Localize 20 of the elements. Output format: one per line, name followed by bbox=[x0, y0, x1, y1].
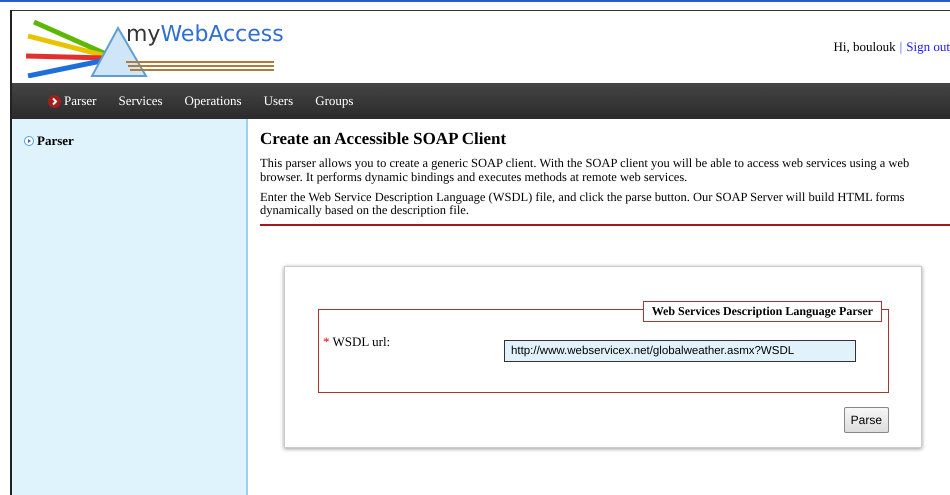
nav-item[interactable]: Operations bbox=[184, 93, 242, 109]
page-title: Create an Accessible SOAP Client bbox=[260, 129, 508, 149]
chevron-icon bbox=[48, 94, 61, 108]
field-label: WSDL url: bbox=[332, 334, 390, 349]
paragraph: Enter the Web Service Description Language (WSDL) file, and click the parse button. Our SOAP Server will build HTML forms dynamically based on the description file. bbox=[260, 190, 906, 218]
nav-item[interactable]: Parser bbox=[48, 93, 96, 109]
sidebar-item[interactable]: Parser bbox=[24, 133, 234, 149]
nav-item[interactable]: Users bbox=[264, 93, 294, 109]
nav-item[interactable]: Groups bbox=[315, 93, 354, 109]
parse-button[interactable]: Parse bbox=[844, 407, 889, 433]
required-mark: * bbox=[323, 334, 330, 349]
greeting: Hi, boulouk bbox=[834, 39, 896, 55]
sign-out-link[interactable]: Sign out bbox=[906, 39, 950, 55]
paragraph: This parser allows you to create a generic SOAP client. With the SOAP client you will be able to access web services using a web browser. It performs dynamic bindings and executes methods at remote web services. bbox=[260, 157, 910, 184]
fieldset-legend: Web Services Description Language Parser bbox=[642, 301, 882, 322]
logo-text: myWebAccess bbox=[126, 22, 284, 47]
play-icon bbox=[24, 136, 34, 146]
separator: | bbox=[900, 39, 902, 55]
nav-item[interactable]: Services bbox=[118, 93, 163, 109]
input-field[interactable]: http://www.webservicex.net/globalweather.asmx?WSDL bbox=[504, 340, 856, 362]
